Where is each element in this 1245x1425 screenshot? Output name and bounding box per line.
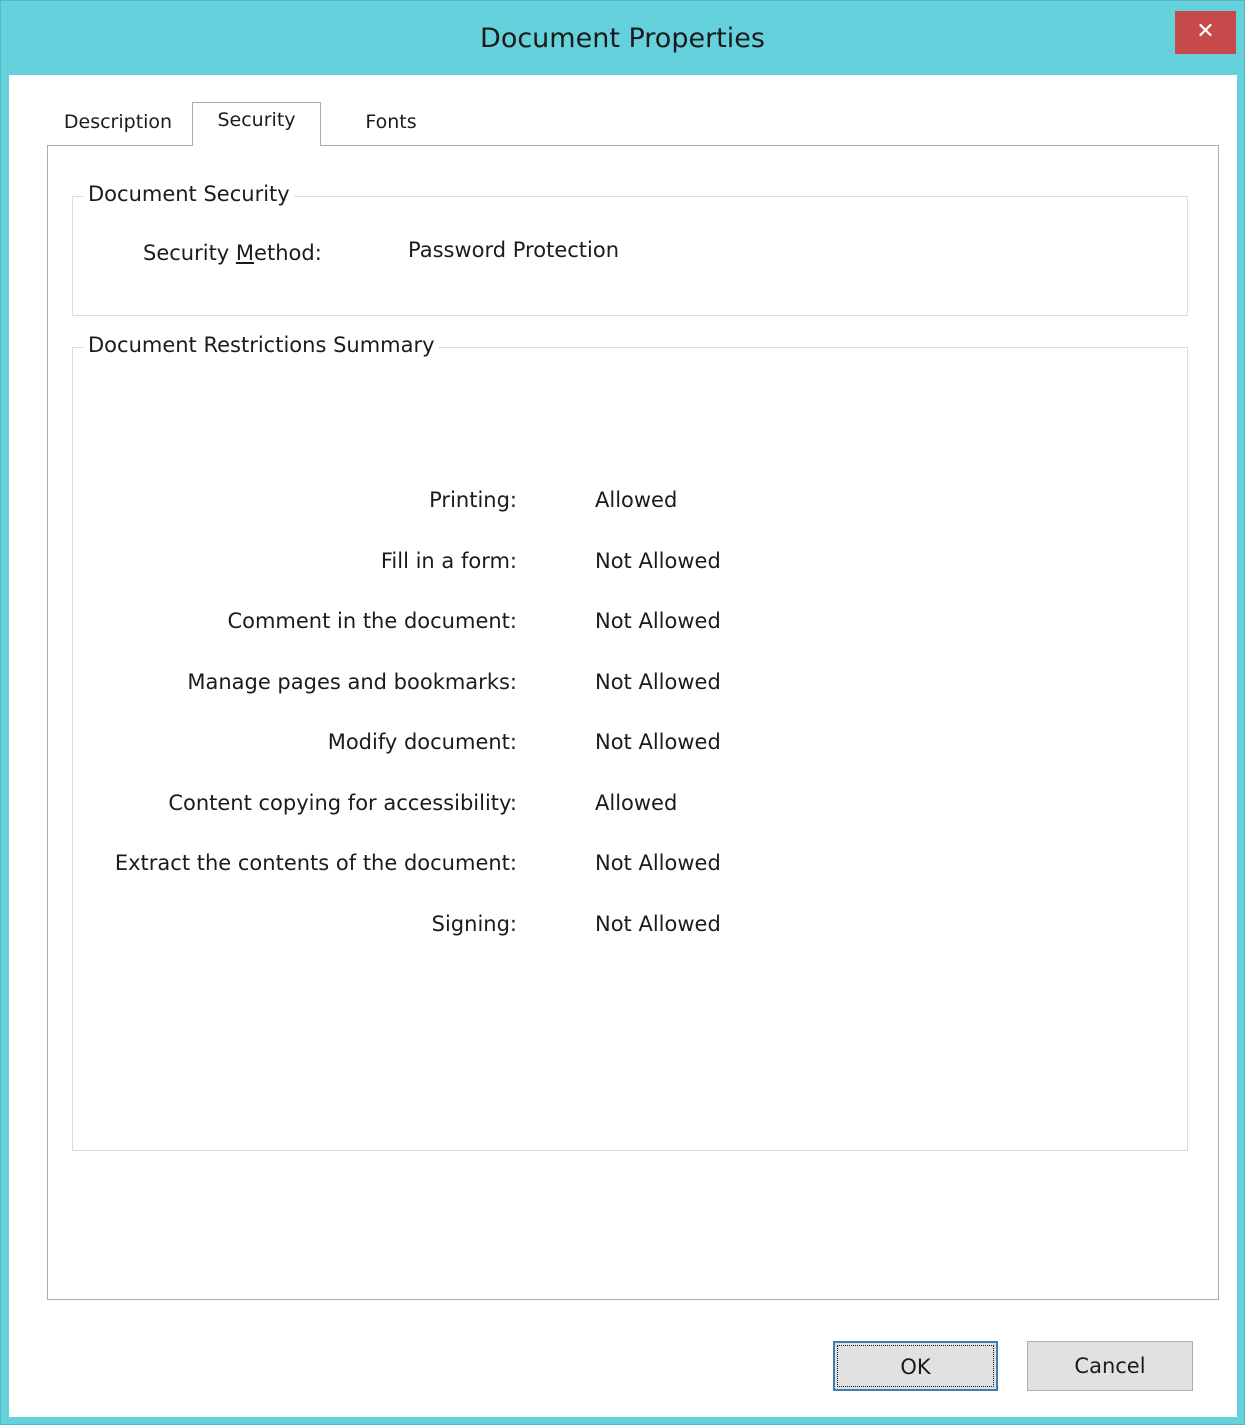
tab-description[interactable]: Description xyxy=(57,107,179,143)
ok-button[interactable]: OK xyxy=(833,1341,998,1391)
restriction-value: Not Allowed xyxy=(595,548,721,573)
restriction-label: Printing: xyxy=(429,488,517,512)
restriction-row-printing: Printing: Allowed xyxy=(73,488,1187,549)
restriction-label: Content copying for accessibility: xyxy=(168,790,517,815)
restriction-value: Allowed xyxy=(595,790,678,815)
restriction-label: Comment in the document: xyxy=(227,609,517,633)
document-security-legend: Document Security xyxy=(84,182,294,206)
tab-security[interactable]: Security xyxy=(192,102,321,146)
security-method-value: Password Protection xyxy=(408,238,620,262)
document-restrictions-group: Document Restrictions Summary Printing: … xyxy=(72,333,1188,1151)
restriction-label: Signing: xyxy=(431,911,517,936)
title-bar[interactable]: Document Properties ✕ xyxy=(1,1,1244,75)
restrictions-list: Printing: Allowed Fill in a form: Not Al… xyxy=(73,488,1187,972)
restriction-label: Manage pages and bookmarks: xyxy=(187,669,517,694)
restriction-value: Not Allowed xyxy=(595,669,721,694)
restriction-value: Not Allowed xyxy=(595,609,721,633)
security-tab-panel: Document Security Security Method: Passw… xyxy=(47,145,1219,1300)
restriction-value: Allowed xyxy=(595,488,678,512)
security-method-mnemonic: M xyxy=(235,241,255,265)
restriction-row-modify: Modify document: Not Allowed xyxy=(73,730,1187,791)
restriction-row-manage-pages: Manage pages and bookmarks: Not Allowed xyxy=(73,670,1187,731)
restriction-row-signing: Signing: Not Allowed xyxy=(73,912,1187,973)
restriction-label: Fill in a form: xyxy=(380,548,517,573)
restriction-row-extract: Extract the contents of the document: No… xyxy=(73,851,1187,912)
document-restrictions-legend: Document Restrictions Summary xyxy=(84,333,439,357)
restriction-row-content-copying: Content copying for accessibility: Allow… xyxy=(73,791,1187,852)
dialog-client-area: Description Security Fonts Document Secu… xyxy=(9,75,1237,1417)
document-security-group: Document Security Security Method: Passw… xyxy=(72,182,1188,316)
restriction-value: Not Allowed xyxy=(595,911,721,936)
restriction-label: Extract the contents of the document: xyxy=(114,851,517,875)
restriction-row-comment: Comment in the document: Not Allowed xyxy=(73,609,1187,670)
dialog-title: Document Properties xyxy=(480,23,765,54)
document-properties-dialog: Document Properties ✕ Description Securi… xyxy=(0,0,1245,1425)
restriction-row-fill-form: Fill in a form: Not Allowed xyxy=(73,549,1187,610)
restriction-value: Not Allowed xyxy=(595,851,721,875)
cancel-button[interactable]: Cancel xyxy=(1027,1341,1193,1391)
restriction-value: Not Allowed xyxy=(595,730,721,754)
close-button[interactable]: ✕ xyxy=(1175,11,1236,54)
close-icon: ✕ xyxy=(1196,19,1215,44)
restriction-label: Modify document: xyxy=(327,730,517,754)
security-method-label-post: ethod: xyxy=(254,241,322,265)
security-method-label: Security Method: xyxy=(143,241,322,265)
security-method-label-pre: Security xyxy=(143,241,236,265)
tab-fonts[interactable]: Fonts xyxy=(331,107,451,143)
